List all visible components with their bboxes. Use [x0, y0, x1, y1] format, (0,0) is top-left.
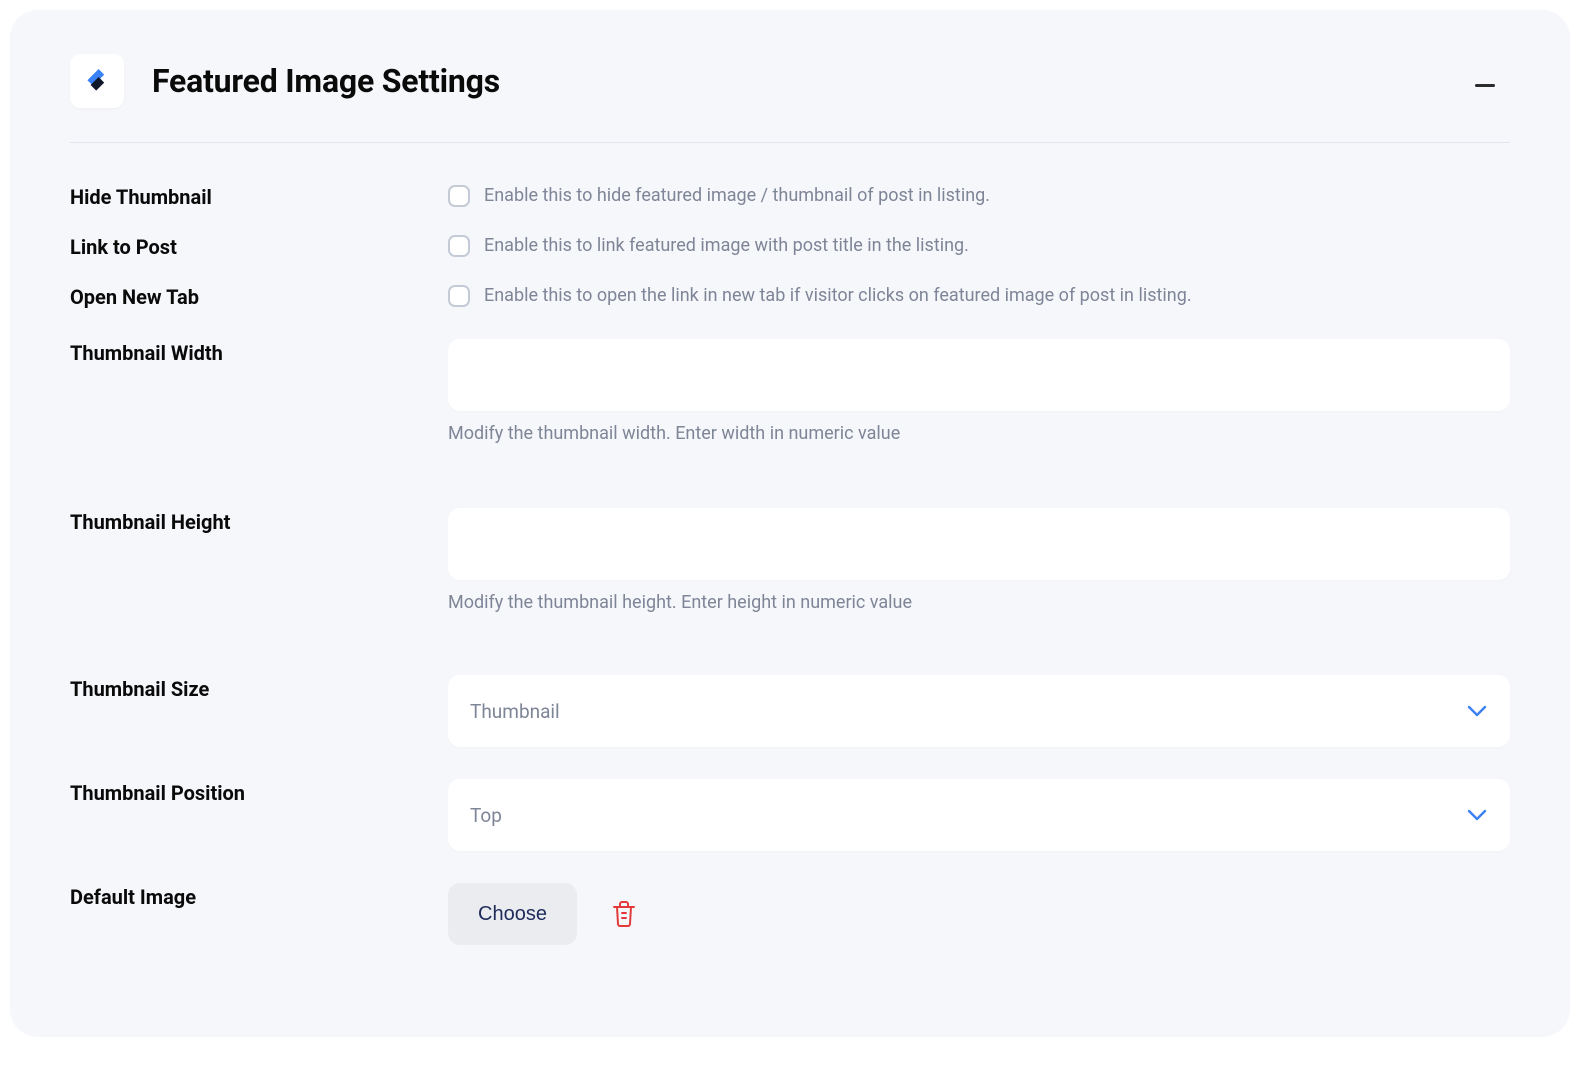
label-col: Open New Tab: [70, 283, 448, 309]
row-thumbnail-height: Thumbnail Height Modify the thumbnail he…: [70, 496, 1510, 665]
control-col: Enable this to link featured image with …: [448, 233, 1510, 258]
field-label: Hide Thumbnail: [70, 185, 212, 209]
field-help: Modify the thumbnail width. Enter width …: [448, 423, 1510, 444]
control-col: Enable this to open the link in new tab …: [448, 283, 1510, 308]
row-thumbnail-width: Thumbnail Width Modify the thumbnail wid…: [70, 321, 1510, 496]
thumbnail-size-select[interactable]: Thumbnail: [448, 675, 1510, 747]
checkbox-line: Enable this to hide featured image / thu…: [448, 183, 1510, 208]
field-label: Thumbnail Width: [70, 341, 223, 365]
field-label: Link to Post: [70, 235, 177, 259]
label-col: Link to Post: [70, 233, 448, 259]
control-col: Modify the thumbnail height. Enter heigh…: [448, 508, 1510, 613]
field-label: Default Image: [70, 885, 196, 909]
control-col: Thumbnail: [448, 675, 1510, 747]
choose-label: Choose: [478, 903, 547, 926]
label-col: Thumbnail Position: [70, 779, 448, 805]
delete-image-button[interactable]: [605, 895, 643, 933]
label-col: Thumbnail Size: [70, 675, 448, 701]
choose-row: Choose: [448, 883, 1510, 945]
select-value: Top: [470, 804, 502, 827]
thumbnail-width-input[interactable]: [448, 339, 1510, 411]
control-col: Choose: [448, 883, 1510, 945]
hide-thumbnail-checkbox[interactable]: [448, 185, 470, 207]
field-label: Open New Tab: [70, 285, 199, 309]
checkbox-line: Enable this to link featured image with …: [448, 233, 1510, 258]
control-col: Top: [448, 779, 1510, 851]
label-col: Thumbnail Width: [70, 339, 448, 365]
field-help: Enable this to open the link in new tab …: [484, 283, 1192, 308]
control-col: Enable this to hide featured image / thu…: [448, 183, 1510, 208]
choose-image-button[interactable]: Choose: [448, 883, 577, 945]
thumbnail-position-select[interactable]: Top: [448, 779, 1510, 851]
row-default-image: Default Image Choose: [70, 873, 1510, 957]
field-label: Thumbnail Size: [70, 677, 209, 701]
field-help: Modify the thumbnail height. Enter heigh…: [448, 592, 1510, 613]
chevron-down-icon: [1466, 804, 1488, 826]
settings-rows: Hide Thumbnail Enable this to hide featu…: [70, 143, 1510, 957]
row-thumbnail-size: Thumbnail Size Thumbnail: [70, 665, 1510, 769]
label-col: Default Image: [70, 883, 448, 909]
chevron-down-icon: [1466, 700, 1488, 722]
panel-app-icon: [70, 54, 124, 108]
checkbox-line: Enable this to open the link in new tab …: [448, 283, 1510, 308]
field-label: Thumbnail Position: [70, 781, 245, 805]
row-thumbnail-position: Thumbnail Position Top: [70, 769, 1510, 873]
select-value: Thumbnail: [470, 700, 560, 723]
panel-header: Featured Image Settings: [70, 54, 1510, 143]
select-wrap: Top: [448, 779, 1510, 851]
field-label: Thumbnail Height: [70, 510, 230, 534]
label-col: Hide Thumbnail: [70, 183, 448, 209]
settings-panel: Featured Image Settings Hide Thumbnail E…: [10, 10, 1570, 1037]
minus-icon: [1475, 84, 1495, 87]
label-col: Thumbnail Height: [70, 508, 448, 534]
panel-title: Featured Image Settings: [152, 62, 500, 100]
collapse-toggle[interactable]: [1470, 70, 1500, 100]
trash-icon: [611, 900, 637, 928]
control-col: Modify the thumbnail width. Enter width …: [448, 339, 1510, 444]
field-help: Enable this to hide featured image / thu…: [484, 183, 990, 208]
link-to-post-checkbox[interactable]: [448, 235, 470, 257]
thumbnail-height-input[interactable]: [448, 508, 1510, 580]
row-hide-thumbnail: Hide Thumbnail Enable this to hide featu…: [70, 171, 1510, 221]
open-new-tab-checkbox[interactable]: [448, 285, 470, 307]
select-wrap: Thumbnail: [448, 675, 1510, 747]
row-open-new-tab: Open New Tab Enable this to open the lin…: [70, 271, 1510, 321]
row-link-to-post: Link to Post Enable this to link feature…: [70, 221, 1510, 271]
field-help: Enable this to link featured image with …: [484, 233, 969, 258]
